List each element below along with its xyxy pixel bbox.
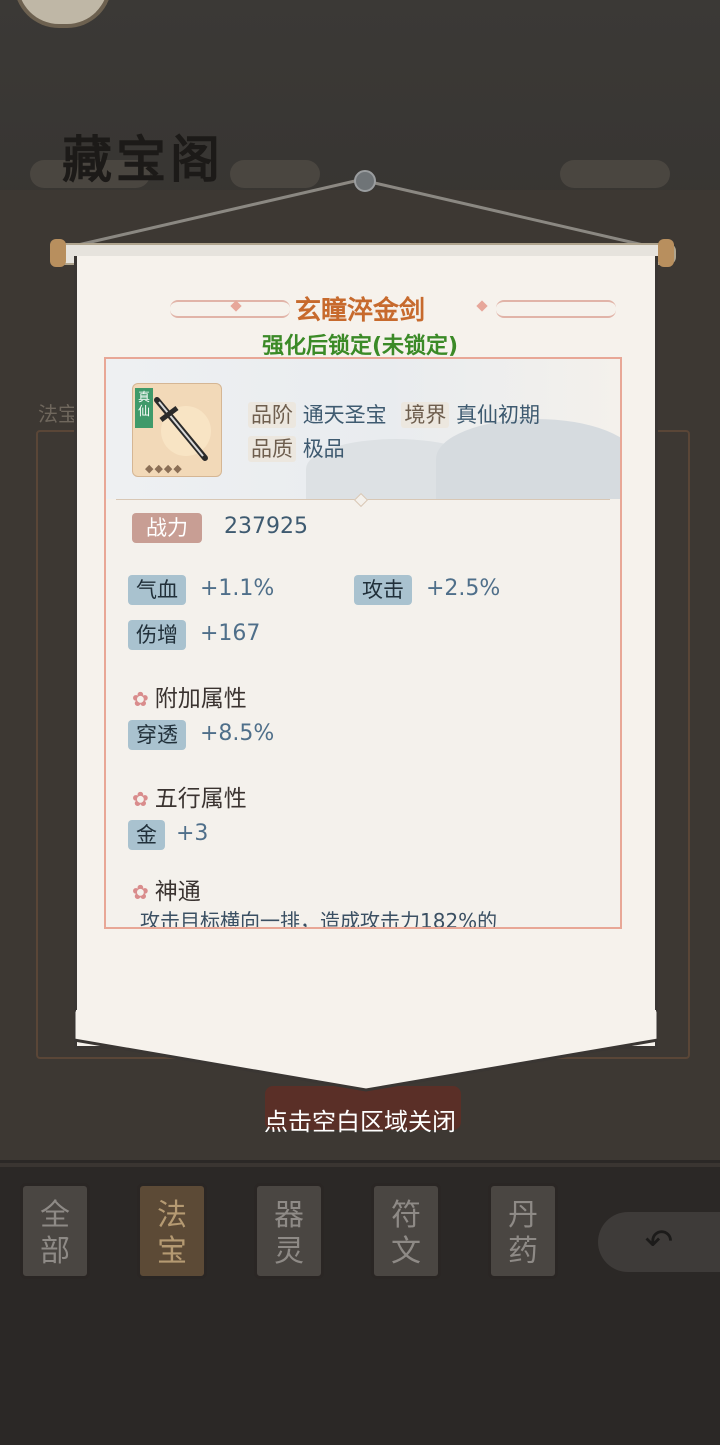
stat-value-damage: +167 [200, 621, 261, 646]
tab-label: 药 [508, 1234, 538, 1269]
star-rating-icon: ◆◆◆◆ [145, 462, 183, 475]
tab-pill[interactable]: 丹 药 [488, 1183, 558, 1279]
power-label: 战力 [132, 513, 202, 543]
lock-status[interactable]: 强化后锁定(未锁定) [0, 328, 720, 360]
quality-value: 极品 [302, 437, 345, 461]
stat-value-hp: +1.1% [200, 576, 275, 601]
tab-label: 部 [40, 1234, 70, 1269]
quality-row: 品质 极品 [248, 433, 345, 463]
tab-label: 宝 [157, 1234, 187, 1269]
stat-label-metal: 金 [128, 820, 165, 850]
mountain-decoration [436, 419, 620, 499]
realm-label: 境界 [401, 402, 450, 428]
stat-label-attack: 攻击 [354, 575, 412, 605]
tab-label: 文 [391, 1234, 421, 1269]
tab-label: 法 [157, 1198, 187, 1233]
flower-icon: ✿ [132, 687, 149, 711]
item-details-panel[interactable]: 真仙 ◆◆◆◆ 品阶 通天圣宝 境界 真仙初期 品质 极品 战力 237925 … [104, 357, 622, 929]
stat-value-pierce: +8.5% [200, 721, 275, 746]
element-section-label: 五行属性 [154, 786, 247, 812]
close-hint[interactable]: 点击空白区域关闭 [0, 1102, 720, 1137]
tab-label: 丹 [508, 1198, 538, 1233]
tab-treasure[interactable]: 法 宝 [137, 1183, 207, 1279]
item-icon[interactable]: 真仙 ◆◆◆◆ [132, 383, 222, 477]
flower-icon: ✿ [132, 787, 149, 811]
stat-value-metal: +3 [176, 821, 209, 846]
rod-end-right [658, 239, 674, 267]
stat-label-pierce: 穿透 [128, 720, 186, 750]
sword-icon [154, 397, 208, 461]
cloud-decoration [560, 160, 670, 188]
skill-section-label: 神通 [154, 879, 201, 905]
skill-heading: ✿ 神通 [132, 872, 201, 906]
tab-label: 全 [40, 1198, 70, 1233]
tabbar-divider [0, 1163, 720, 1167]
stat-value-attack: +2.5% [426, 576, 501, 601]
tab-spirit[interactable]: 器 灵 [254, 1183, 324, 1279]
extra-attributes-heading: ✿ 附加属性 [132, 679, 247, 713]
power-value: 237925 [224, 514, 308, 539]
side-label: 法宝 [38, 402, 78, 426]
tab-rune[interactable]: 符 文 [371, 1183, 441, 1279]
tab-label: 符 [391, 1198, 421, 1233]
scroll-tip [74, 1010, 658, 1092]
rod-end-left [50, 239, 66, 267]
stat-label-damage: 伤增 [128, 620, 186, 650]
realm-tag: 真仙 [135, 388, 153, 428]
tab-label: 器 [274, 1198, 304, 1233]
item-name: 玄瞳淬金剑 [294, 296, 425, 326]
tab-label: 灵 [274, 1234, 304, 1269]
tab-all[interactable]: 全 部 [20, 1183, 90, 1279]
page-title: 藏宝阁 [62, 130, 224, 189]
realm-value: 真仙初期 [456, 403, 541, 427]
grade-row: 品阶 通天圣宝 境界 真仙初期 [248, 399, 540, 429]
grade-value: 通天圣宝 [302, 403, 387, 427]
quality-label: 品质 [248, 436, 296, 462]
back-button[interactable]: ↶ [598, 1212, 720, 1272]
grade-label: 品阶 [248, 402, 296, 428]
hook-icon [354, 170, 376, 192]
stat-label-hp: 气血 [128, 575, 186, 605]
extra-section-label: 附加属性 [154, 686, 247, 712]
skill-description: 攻击目标横向一排，造成攻击力182%的 [140, 909, 498, 929]
background-bottom [0, 1160, 720, 1445]
cloud-decoration [230, 160, 320, 188]
back-arrow-icon: ↶ [644, 1222, 674, 1262]
element-attributes-heading: ✿ 五行属性 [132, 779, 247, 813]
flower-icon: ✿ [132, 880, 149, 904]
